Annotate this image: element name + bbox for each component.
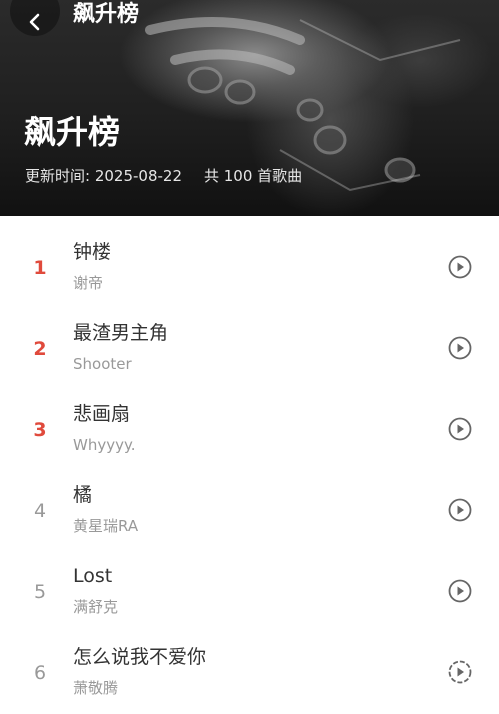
play-circle-icon[interactable] xyxy=(447,578,473,604)
rank-number: 3 xyxy=(33,419,47,441)
page-title: 飙升榜 xyxy=(24,113,121,151)
song-row[interactable]: 4 橘 黄星瑞RA xyxy=(0,471,499,552)
artist-name: 谢帝 xyxy=(73,274,104,292)
chevron-left-icon xyxy=(29,13,40,31)
song-row[interactable]: 2 最渣男主角 Shooter xyxy=(0,309,499,390)
play-circle-icon[interactable] xyxy=(447,416,473,442)
song-title: 最渣男主角 xyxy=(73,322,169,344)
artist-name: Shooter xyxy=(73,355,132,373)
rank-number: 5 xyxy=(33,581,47,603)
song-title: 怎么说我不爱你 xyxy=(73,646,207,668)
rank-number: 1 xyxy=(33,257,47,279)
song-title: 悲画扇 xyxy=(73,403,131,425)
artist-name: 萧敬腾 xyxy=(73,679,119,697)
song-list: 1 钟楼 谢帝 2 最渣男主角 Shooter 3 悲画扇 Whyyyy. 4 … xyxy=(0,228,499,714)
rank-number: 4 xyxy=(33,500,47,522)
song-title: 钟楼 xyxy=(73,241,112,263)
play-circle-icon[interactable] xyxy=(447,335,473,361)
play-circle-icon[interactable] xyxy=(447,497,473,523)
rank-number: 2 xyxy=(33,338,47,360)
song-count-label: 共 100 首歌曲 xyxy=(204,167,303,185)
playlist-meta: 更新时间: 2025-08-22 共 100 首歌曲 xyxy=(25,165,302,187)
artist-name: Whyyyy. xyxy=(73,436,136,454)
song-row[interactable]: 5 Lost 满舒克 xyxy=(0,552,499,633)
play-circle-icon[interactable] xyxy=(447,659,473,685)
song-row[interactable]: 1 钟楼 谢帝 xyxy=(0,228,499,309)
song-title: 橘 xyxy=(73,484,93,506)
song-row[interactable]: 6 怎么说我不爱你 萧敬腾 xyxy=(0,633,499,714)
play-circle-icon[interactable] xyxy=(447,254,473,280)
update-time-label: 更新时间: 2025-08-22 xyxy=(25,167,182,185)
artist-name: 黄星瑞RA xyxy=(73,517,139,535)
nav-title: 飙升榜 xyxy=(73,2,140,27)
song-row[interactable]: 3 悲画扇 Whyyyy. xyxy=(0,390,499,471)
playlist-header: 飙升榜 飙升榜 更新时间: 2025-08-22 共 100 首歌曲 xyxy=(0,0,499,216)
song-title: Lost xyxy=(73,565,113,587)
rank-number: 6 xyxy=(33,662,47,684)
artist-name: 满舒克 xyxy=(73,598,119,616)
